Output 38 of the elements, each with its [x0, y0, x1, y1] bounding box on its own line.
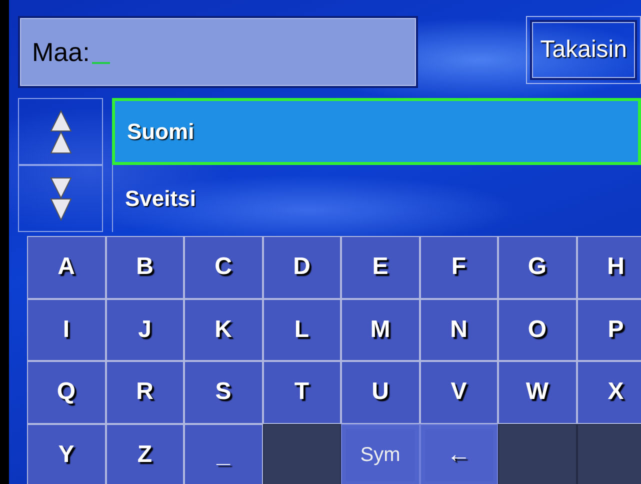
key[interactable]: I: [27, 298, 106, 361]
key[interactable]: F: [420, 236, 498, 298]
list-item[interactable]: Suomi: [112, 98, 641, 165]
key[interactable]: Y: [27, 424, 106, 484]
key[interactable]: M: [341, 298, 420, 361]
key[interactable]: R: [106, 361, 184, 424]
key[interactable]: T: [262, 361, 341, 424]
back-button[interactable]: Takaisin: [530, 20, 637, 80]
key[interactable]: N: [420, 298, 498, 361]
double-up-arrow-icon: [48, 108, 72, 154]
key[interactable]: Sym: [341, 424, 420, 484]
double-down-arrow-icon: [48, 176, 72, 222]
key[interactable]: K: [184, 298, 262, 361]
key[interactable]: ←: [420, 424, 498, 484]
key[interactable]: S: [184, 361, 262, 424]
scroll-up-button[interactable]: [18, 98, 103, 165]
key[interactable]: E: [341, 236, 420, 298]
key[interactable]: P: [576, 298, 641, 361]
key[interactable]: _: [184, 424, 262, 484]
key[interactable]: Z: [106, 424, 184, 484]
key[interactable]: V: [420, 361, 498, 424]
key[interactable]: L: [262, 298, 341, 361]
search-field[interactable]: Maa:: [18, 16, 418, 88]
key[interactable]: D: [262, 236, 341, 298]
key[interactable]: J: [106, 298, 184, 361]
text-cursor: [92, 62, 110, 64]
key[interactable]: H: [576, 236, 641, 298]
scroll-down-button[interactable]: [18, 165, 103, 232]
key[interactable]: B: [106, 236, 184, 298]
list-item[interactable]: Sveitsi: [112, 165, 641, 232]
key[interactable]: C: [184, 236, 262, 298]
key[interactable]: X: [576, 361, 641, 424]
key[interactable]: W: [498, 361, 576, 424]
key[interactable]: G: [498, 236, 576, 298]
key[interactable]: O: [498, 298, 576, 361]
key[interactable]: U: [341, 361, 420, 424]
key[interactable]: Q: [27, 361, 106, 424]
key[interactable]: A: [27, 236, 106, 298]
